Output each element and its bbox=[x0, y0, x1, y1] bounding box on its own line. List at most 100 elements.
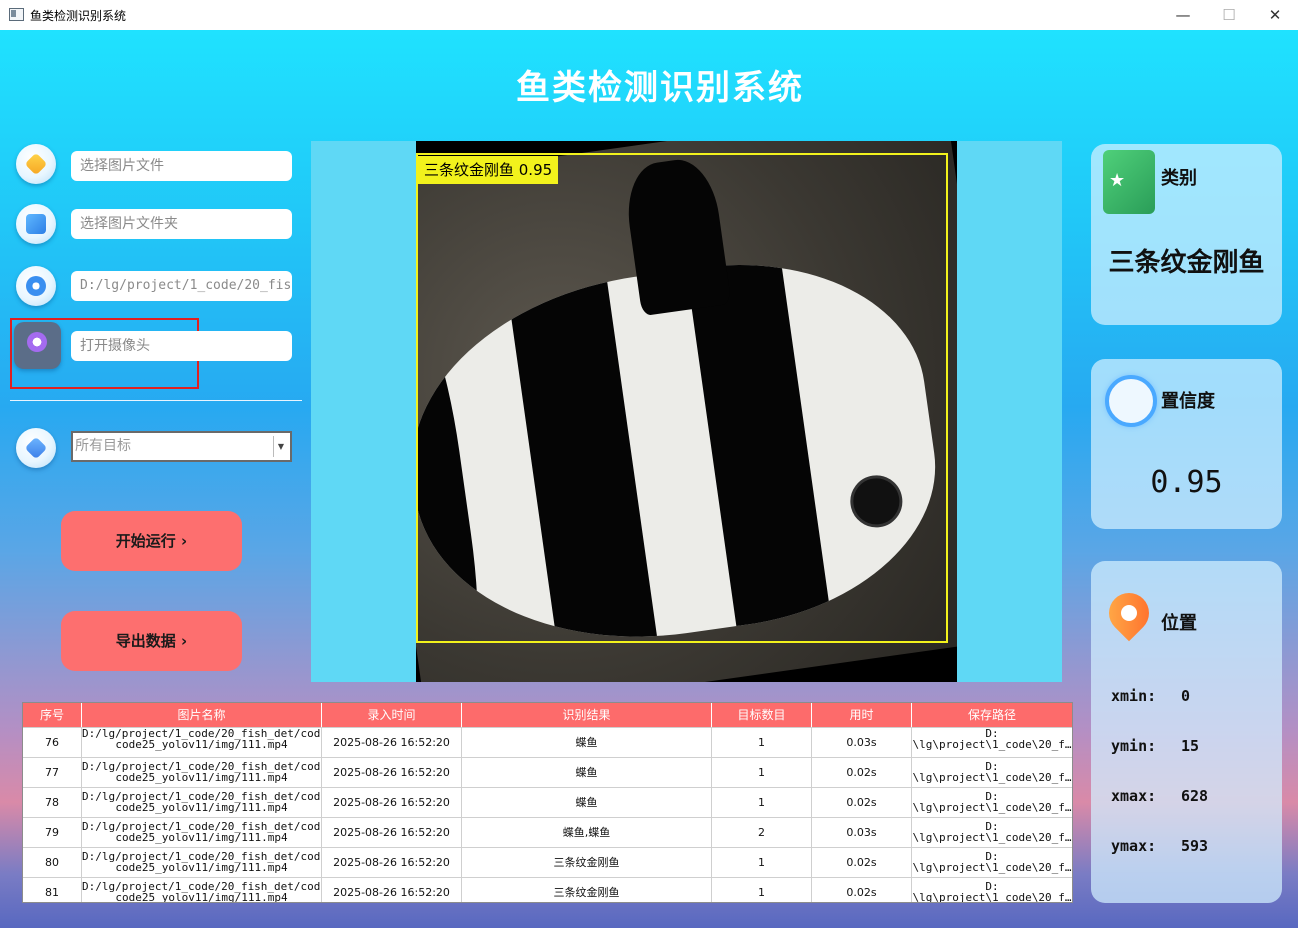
target-select[interactable]: 所有目标 ▼ bbox=[71, 431, 292, 462]
cell-time: 2025-08-26 16:52:20 bbox=[322, 788, 462, 817]
cell-result: 三条纹金刚鱼 bbox=[462, 878, 712, 902]
cell-id: 76 bbox=[23, 728, 82, 757]
column-header[interactable]: 图片名称 bbox=[82, 703, 322, 727]
export-data-button[interactable]: 导出数据 › bbox=[61, 611, 242, 671]
cell-time: 2025-08-26 16:52:20 bbox=[322, 878, 462, 902]
table-row[interactable]: 81 D:/lg/project/1_code/20_fish_det/code… bbox=[23, 877, 1072, 903]
start-run-button[interactable]: 开始运行 › bbox=[61, 511, 242, 571]
cell-name: D:/lg/project/1_code/20_fish_det/code/co… bbox=[82, 848, 322, 877]
column-header[interactable]: 录入时间 bbox=[322, 703, 462, 727]
ymin-row: ymin: 15 bbox=[1111, 737, 1199, 755]
cell-result: 蝶鱼 bbox=[462, 758, 712, 787]
category-title: 类别 bbox=[1161, 168, 1197, 189]
cell-count: 1 bbox=[712, 788, 812, 817]
video-path-input[interactable]: D:/lg/project/1_code/20_fish_det/code/co… bbox=[71, 271, 292, 301]
cell-name: D:/lg/project/1_code/20_fish_det/code/co… bbox=[82, 818, 322, 847]
confidence-card: 置信度 0.95 bbox=[1091, 359, 1282, 529]
table-header: 序号 图片名称 录入时间 识别结果 目标数目 用时 保存路径 bbox=[23, 703, 1072, 727]
category-value: 三条纹金刚鱼 bbox=[1108, 248, 1265, 278]
video-icon[interactable] bbox=[16, 266, 56, 306]
location-pin-icon bbox=[1100, 584, 1158, 642]
cell-path-line2: \lg\project\1_code\20_f… bbox=[912, 861, 1072, 874]
xmax-row: xmax: 628 bbox=[1111, 787, 1208, 805]
cell-duration: 0.02s bbox=[812, 788, 912, 817]
column-header[interactable]: 目标数目 bbox=[712, 703, 812, 727]
cell-path-line2: \lg\project\1_code\20_f… bbox=[912, 771, 1072, 784]
camera-icon[interactable] bbox=[14, 322, 61, 369]
maximize-button[interactable]: ☐ bbox=[1206, 0, 1252, 30]
close-button[interactable]: ✕ bbox=[1252, 0, 1298, 30]
divider bbox=[10, 400, 302, 401]
cell-path: D: \lg\project\1_code\20_f… bbox=[912, 878, 1072, 903]
column-header[interactable]: 保存路径 bbox=[912, 703, 1072, 727]
cell-count: 1 bbox=[712, 758, 812, 787]
cell-result: 蝶鱼,蝶鱼 bbox=[462, 818, 712, 847]
confidence-value: 0.95 bbox=[1150, 465, 1223, 500]
cell-path: D: \lg\project\1_code\20_f… bbox=[912, 728, 1072, 757]
confidence-circle-icon bbox=[1105, 375, 1157, 427]
cell-id: 78 bbox=[23, 788, 82, 817]
ymax-label: ymax: bbox=[1111, 837, 1157, 855]
xmax-label: xmax: bbox=[1111, 787, 1157, 805]
column-header[interactable]: 识别结果 bbox=[462, 703, 712, 727]
table-row[interactable]: 80 D:/lg/project/1_code/20_fish_det/code… bbox=[23, 847, 1072, 877]
app-body: 鱼类检测识别系统 选择图片文件 选择图片文件夹 D:/lg/project/1_… bbox=[0, 30, 1298, 928]
cell-name: D:/lg/project/1_code/20_fish_det/code/co… bbox=[82, 878, 322, 903]
table-row[interactable]: 77 D:/lg/project/1_code/20_fish_det/code… bbox=[23, 757, 1072, 787]
app-window-icon bbox=[9, 8, 24, 21]
minimize-button[interactable]: — bbox=[1160, 0, 1206, 30]
ymax-row: ymax: 593 bbox=[1111, 837, 1208, 855]
image-folder-input[interactable]: 选择图片文件夹 bbox=[71, 209, 292, 239]
cell-path-line2: \lg\project\1_code\20_f… bbox=[912, 891, 1072, 903]
image-file-input[interactable]: 选择图片文件 bbox=[71, 151, 292, 181]
cell-count: 2 bbox=[712, 818, 812, 847]
cell-duration: 0.03s bbox=[812, 818, 912, 847]
detection-bounding-box bbox=[416, 153, 948, 643]
book-icon: ★ bbox=[1103, 150, 1155, 214]
xmin-label: xmin: bbox=[1111, 687, 1157, 705]
cell-name-line2: code25_yolov11/img/111.mp4 bbox=[115, 891, 288, 903]
xmin-value: 0 bbox=[1181, 687, 1191, 705]
detection-label: 三条纹金刚鱼 0.95 bbox=[418, 156, 559, 184]
cell-duration: 0.03s bbox=[812, 728, 912, 757]
cell-id: 80 bbox=[23, 848, 82, 877]
cell-time: 2025-08-26 16:52:20 bbox=[322, 728, 462, 757]
column-header[interactable]: 序号 bbox=[23, 703, 82, 727]
column-header[interactable]: 用时 bbox=[812, 703, 912, 727]
cell-result: 三条纹金刚鱼 bbox=[462, 848, 712, 877]
table-row[interactable]: 76 D:/lg/project/1_code/20_fish_det/code… bbox=[23, 727, 1072, 757]
cell-duration: 0.02s bbox=[812, 758, 912, 787]
cell-path-line2: \lg\project\1_code\20_f… bbox=[912, 738, 1072, 751]
position-card: 位置 xmin: 0 ymin: 15 xmax: 628 ymax: 593 bbox=[1091, 561, 1282, 903]
cell-path: D: \lg\project\1_code\20_f… bbox=[912, 788, 1072, 817]
target-icon[interactable] bbox=[16, 428, 56, 468]
cell-id: 77 bbox=[23, 758, 82, 787]
cell-result: 蝶鱼 bbox=[462, 788, 712, 817]
target-select-value: 所有目标 bbox=[75, 438, 131, 454]
cell-id: 81 bbox=[23, 878, 82, 902]
category-card: ★ 类别 三条纹金刚鱼 bbox=[1091, 144, 1282, 325]
table-row[interactable]: 78 D:/lg/project/1_code/20_fish_det/code… bbox=[23, 787, 1072, 817]
cell-id: 79 bbox=[23, 818, 82, 847]
window-titlebar: 鱼类检测识别系统 — ☐ ✕ bbox=[0, 0, 1298, 31]
camera-input[interactable]: 打开摄像头 bbox=[71, 331, 292, 361]
ymin-label: ymin: bbox=[1111, 737, 1157, 755]
cell-duration: 0.02s bbox=[812, 878, 912, 902]
cell-result: 蝶鱼 bbox=[462, 728, 712, 757]
cell-name-line2: code25_yolov11/img/111.mp4 bbox=[115, 831, 288, 844]
position-title: 位置 bbox=[1161, 613, 1197, 634]
table-row[interactable]: 79 D:/lg/project/1_code/20_fish_det/code… bbox=[23, 817, 1072, 847]
results-table[interactable]: 序号 图片名称 录入时间 识别结果 目标数目 用时 保存路径 76 D:/lg/… bbox=[22, 702, 1073, 903]
cell-path-line2: \lg\project\1_code\20_f… bbox=[912, 831, 1072, 844]
cell-count: 1 bbox=[712, 878, 812, 902]
folder-icon[interactable] bbox=[16, 204, 56, 244]
cell-count: 1 bbox=[712, 848, 812, 877]
image-file-icon[interactable] bbox=[16, 144, 56, 184]
cell-name-line2: code25_yolov11/img/111.mp4 bbox=[115, 861, 288, 874]
chevron-down-icon[interactable]: ▼ bbox=[273, 436, 288, 457]
ymax-value: 593 bbox=[1181, 837, 1209, 855]
cell-time: 2025-08-26 16:52:20 bbox=[322, 818, 462, 847]
cell-path: D: \lg\project\1_code\20_f… bbox=[912, 818, 1072, 847]
cell-name: D:/lg/project/1_code/20_fish_det/code/co… bbox=[82, 788, 322, 817]
window-title: 鱼类检测识别系统 bbox=[30, 9, 127, 23]
